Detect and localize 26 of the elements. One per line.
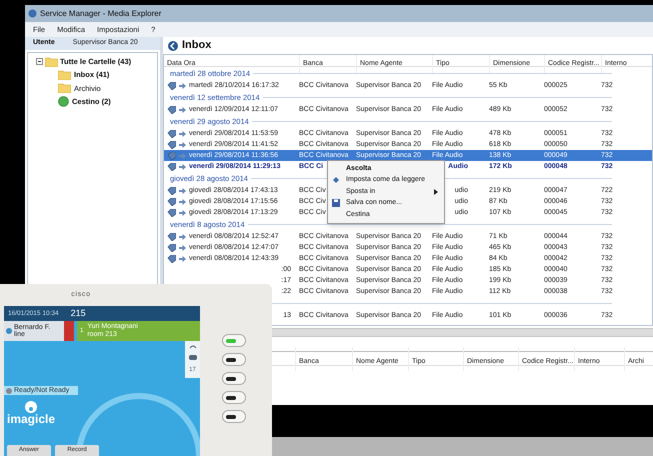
- arrow-icon: [179, 106, 186, 112]
- line-key[interactable]: [222, 353, 246, 366]
- tag-icon: [332, 176, 340, 184]
- phone-extension: 215: [70, 306, 86, 320]
- horizontal-scrollbar[interactable]: [271, 328, 653, 337]
- imagicle-logo: imagicle: [8, 401, 54, 425]
- back-icon[interactable]: [168, 40, 178, 50]
- line-indicator: [64, 321, 74, 341]
- arrow-icon: [179, 82, 186, 88]
- folder-icon: [58, 70, 71, 80]
- tag-icon: [167, 82, 176, 90]
- bin-icon: [58, 96, 69, 107]
- handset-icon[interactable]: [188, 344, 196, 349]
- pane-title: Inbox: [182, 38, 212, 54]
- window-title: Service Manager - Media Explorer: [40, 8, 162, 20]
- phone-handset-icon: [6, 328, 12, 334]
- expander-icon[interactable]: [36, 58, 43, 66]
- line-key[interactable]: [222, 391, 246, 404]
- line-key[interactable]: [222, 372, 246, 385]
- tag-icon: [167, 106, 176, 114]
- phone-handset-icon: [6, 388, 12, 394]
- app-icon: [28, 9, 37, 18]
- folder-icon: [58, 83, 71, 94]
- hold-icon[interactable]: [188, 355, 196, 360]
- line-key[interactable]: [222, 410, 246, 423]
- folder-icon: [45, 56, 58, 67]
